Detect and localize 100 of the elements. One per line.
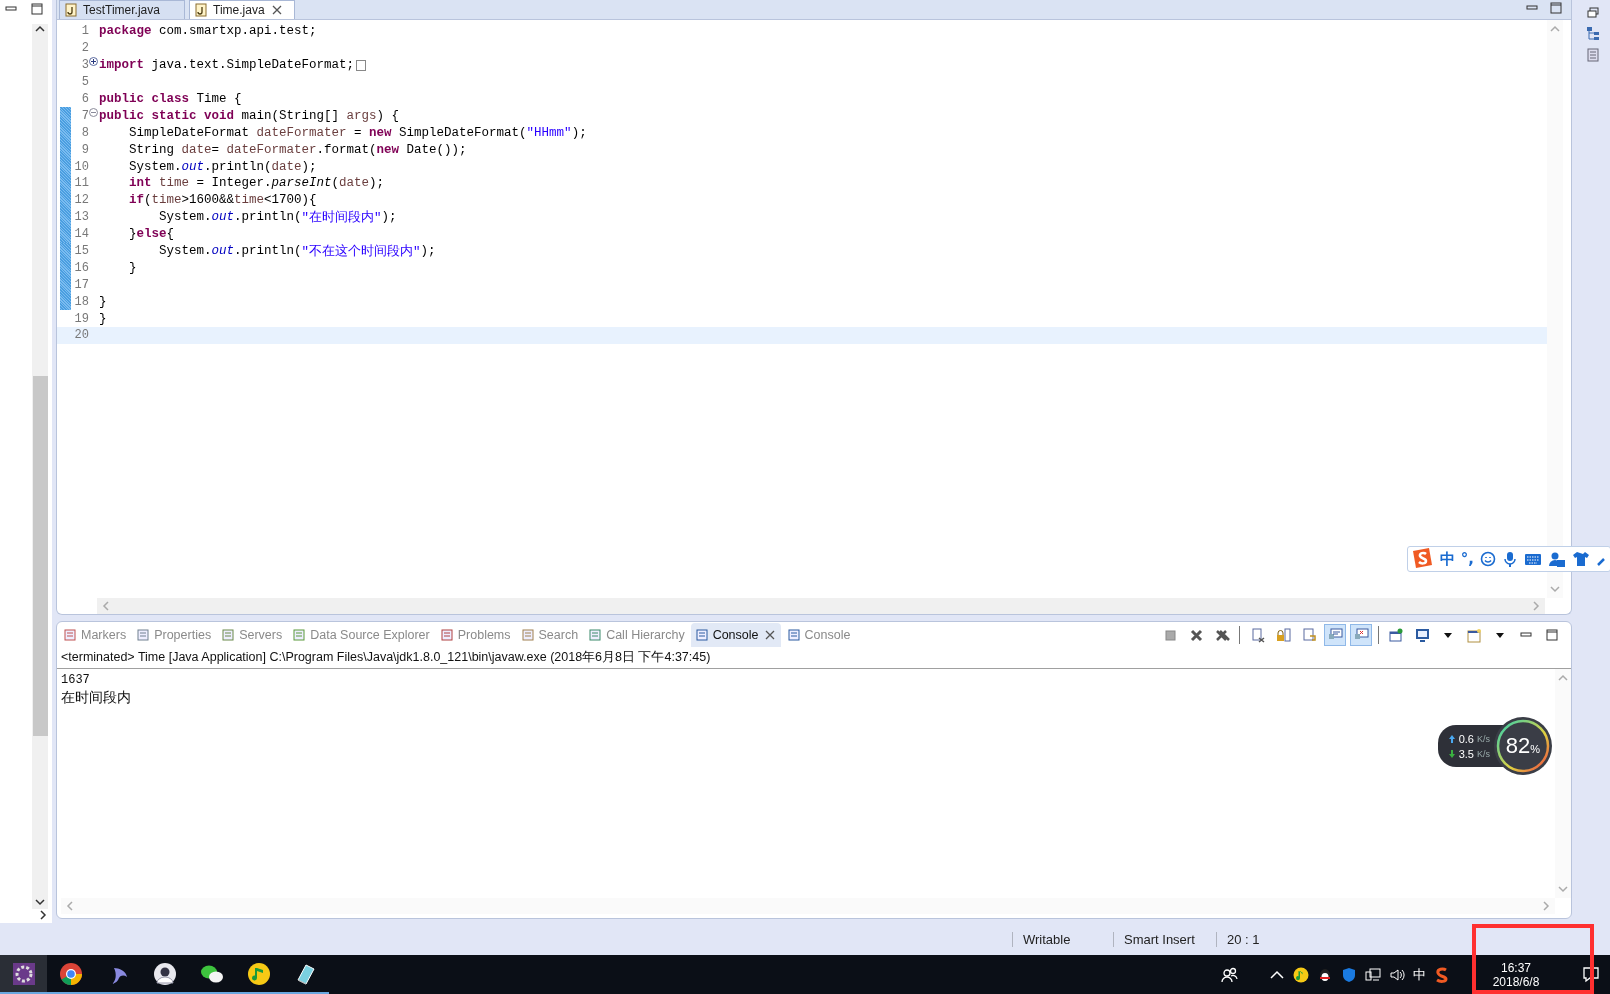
- view-icon: [136, 628, 151, 642]
- music-note-icon[interactable]: [1293, 966, 1309, 983]
- vertical-scrollbar[interactable]: [32, 24, 48, 909]
- usage-percent: 82%: [1505, 733, 1541, 759]
- line-number: 11: [73, 176, 89, 191]
- console-output: 1637: [61, 672, 90, 689]
- avatar-icon[interactable]: [152, 961, 177, 986]
- view-icon: [520, 628, 535, 642]
- network-icon[interactable]: [1365, 966, 1381, 983]
- sogou-logo-icon[interactable]: [1434, 966, 1450, 983]
- line-number: 8: [80, 125, 89, 140]
- view-icon: [63, 628, 77, 642]
- line-number: 2: [80, 41, 89, 56]
- view-tab[interactable]: Problems: [435, 623, 515, 647]
- line-number: 18: [73, 294, 89, 309]
- status-text: Smart Insert: [1113, 931, 1216, 947]
- input-mode-toggle[interactable]: 中: [1439, 549, 1455, 569]
- line-number: 14: [73, 227, 89, 242]
- code-line: }else{: [128, 226, 175, 243]
- music-note-icon[interactable]: [246, 961, 271, 986]
- line-number: 9: [80, 142, 89, 157]
- input-language-indicator[interactable]: 中: [1413, 965, 1426, 984]
- punctuation-toggle[interactable]: °,: [1460, 550, 1474, 568]
- line-number: 5: [80, 75, 89, 90]
- view-icon: [439, 628, 454, 642]
- line-number: 19: [73, 311, 89, 326]
- view-tab[interactable]: Search: [516, 623, 583, 647]
- view-icon: [292, 628, 307, 642]
- code-line: }: [99, 293, 107, 311]
- view-tab[interactable]: Markers: [59, 623, 131, 647]
- view-tab[interactable]: Servers: [217, 623, 287, 647]
- collapse-icon[interactable]: [89, 107, 98, 117]
- user-icon[interactable]: [1548, 551, 1566, 567]
- line-number: 13: [73, 210, 89, 225]
- code-line: String date= dateFormater.format(new Date());: [128, 141, 467, 159]
- console-output: 在时间段内: [61, 689, 131, 706]
- upload-arrow-icon: [1447, 733, 1456, 744]
- line-number: 3: [80, 58, 89, 73]
- hierarchy-icon[interactable]: [1586, 26, 1600, 42]
- folded-code-marker[interactable]: [356, 59, 367, 71]
- java-file-icon: [194, 3, 208, 17]
- shirt-icon[interactable]: [1572, 551, 1590, 567]
- code-line: }: [128, 259, 137, 277]
- code-line: int time = Integer.parseInt(date);: [128, 175, 385, 192]
- editor-tab[interactable]: Time.java: [189, 0, 295, 19]
- volume-icon[interactable]: [1389, 966, 1405, 983]
- code-line: System.out.println("不在这个时间段内");: [158, 243, 436, 260]
- line-number: 17: [73, 277, 89, 292]
- line-number: 16: [73, 260, 89, 275]
- start-app-button[interactable]: [0, 955, 47, 994]
- gauge-ring: [1494, 717, 1552, 775]
- shield-icon[interactable]: [1341, 966, 1357, 983]
- code-line: public static void main(String[] args) {: [99, 107, 400, 125]
- line-number: 10: [73, 159, 89, 174]
- caret-icon[interactable]: [1443, 630, 1453, 640]
- java-file-icon: [64, 3, 78, 17]
- status-text: 20 : 1: [1216, 931, 1307, 947]
- view-tab[interactable]: Properties: [132, 623, 216, 647]
- view-icon: [588, 628, 603, 642]
- line-number: 12: [73, 193, 89, 208]
- chrome-icon[interactable]: [58, 961, 83, 986]
- maximize-icon[interactable]: [1549, 0, 1563, 15]
- download-arrow-icon: [1447, 748, 1456, 759]
- code-line: System.out.println("在时间段内");: [158, 209, 397, 226]
- code-line: System.out.println(date);: [128, 158, 317, 175]
- code-line: package com.smartxp.api.test;: [99, 23, 317, 40]
- expand-icon[interactable]: [89, 57, 98, 67]
- code-line: }: [99, 310, 107, 328]
- code-line: public class Time {: [99, 91, 242, 108]
- restore-icon[interactable]: [1586, 6, 1600, 20]
- upload-speed: 0.6 K/s: [1447, 732, 1490, 745]
- microphone-icon[interactable]: [1502, 551, 1518, 567]
- caret-icon[interactable]: [1495, 630, 1505, 640]
- notification-icon[interactable]: [1582, 965, 1600, 984]
- memory-gauge[interactable]: 82%: [1494, 717, 1552, 775]
- maximize-icon[interactable]: [30, 2, 44, 16]
- view-tab[interactable]: Data Source Explorer: [288, 623, 434, 647]
- view-icon: [221, 628, 236, 642]
- keyboard-icon[interactable]: [1524, 551, 1542, 567]
- line-number: 20: [73, 328, 89, 343]
- status-text: Writable: [1012, 931, 1113, 947]
- scrollbar-thumb[interactable]: [32, 376, 48, 736]
- view-tab[interactable]: Call Hierarchy: [584, 623, 689, 647]
- clock-date: 2018/6/8: [1492, 974, 1540, 989]
- penguin-icon[interactable]: [1317, 966, 1333, 983]
- smiley-icon[interactable]: [1480, 551, 1496, 567]
- clock[interactable]: 16:37 2018/6/8: [1458, 955, 1574, 994]
- code-line: import java.text.SimpleDateFormat;: [99, 57, 355, 74]
- code-line: if(time>1600&&time<1700){: [128, 192, 317, 209]
- line-number: 1: [80, 24, 89, 39]
- view-tab[interactable]: Console: [782, 623, 855, 647]
- view-icon: [786, 628, 801, 642]
- editor-tab[interactable]: TestTimer.java: [59, 0, 185, 19]
- code-line: SimpleDateFormat dateFormater = new SimpleDateFormat("HHmm");: [128, 124, 587, 142]
- people-icon[interactable]: [1221, 965, 1239, 984]
- line-number: 6: [80, 92, 89, 106]
- line-number: 7: [80, 108, 89, 123]
- ide-gear-icon[interactable]: [10, 960, 37, 987]
- console-header: <terminated> Time [Java Application] C:\Program Files\Java\jdk1.8.0_121\bin\javaw.exe (2018年6月8日 下午4:37:45): [57, 648, 1571, 669]
- view-tab[interactable]: Console: [690, 623, 781, 647]
